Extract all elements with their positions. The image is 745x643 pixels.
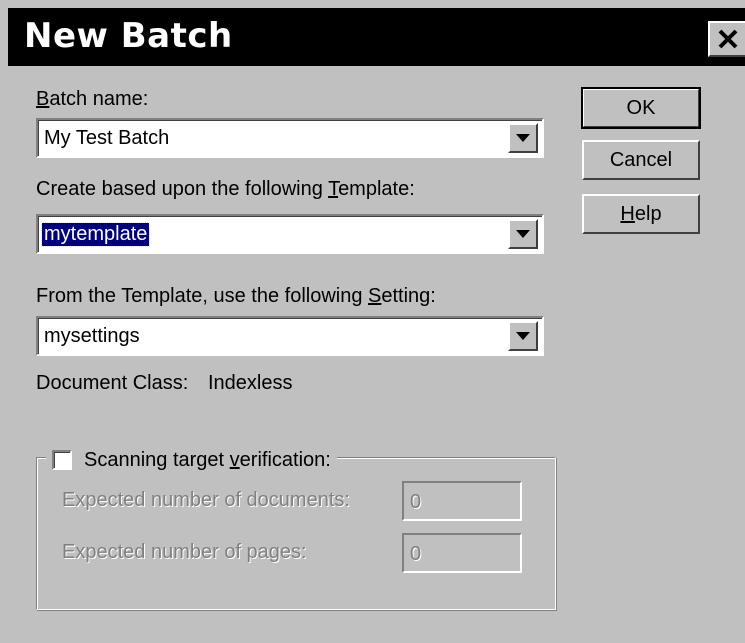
batch-name-mnemonic: B (36, 88, 50, 110)
setting-dropdown-button[interactable] (508, 321, 538, 351)
template-combo[interactable]: mytemplate (36, 214, 544, 254)
verification-legend: Scanning target verification: (46, 448, 337, 472)
batch-name-combo[interactable]: My Test Batch (36, 118, 544, 158)
template-mnemonic: T (328, 178, 339, 200)
dialog-title: New Batch (24, 16, 233, 56)
expected-documents-field[interactable]: 0 (402, 481, 522, 521)
expected-documents-value: 0 (410, 491, 422, 513)
template-value: mytemplate (40, 222, 151, 247)
expected-documents-label: Expected number of documents: (62, 489, 350, 511)
batch-name-label: Batch name: (36, 88, 149, 110)
template-dropdown-button[interactable] (508, 219, 538, 249)
document-class-label: Document Class: (36, 372, 189, 394)
template-label: Create based upon the following Template… (36, 178, 415, 200)
chevron-down-icon (516, 332, 530, 340)
expected-pages-field[interactable]: 0 (402, 533, 522, 573)
help-button[interactable]: Help (582, 194, 700, 234)
close-button[interactable] (708, 21, 745, 57)
verification-label[interactable]: Scanning target verification: (84, 449, 331, 472)
help-button-label: Help (620, 202, 662, 225)
document-class-value: Indexless (208, 372, 293, 394)
setting-label: From the Template, use the following Set… (36, 285, 436, 307)
batch-name-value: My Test Batch (44, 127, 170, 149)
cancel-button[interactable]: Cancel (582, 140, 700, 180)
close-icon (718, 29, 738, 49)
help-mnemonic: H (620, 202, 635, 225)
verification-checkbox[interactable] (52, 450, 72, 470)
ok-button-label: OK (626, 96, 656, 119)
title-bar[interactable]: New Batch (8, 8, 745, 66)
setting-mnemonic: S (368, 285, 382, 307)
chevron-down-icon (516, 134, 530, 142)
ok-button[interactable]: OK (581, 87, 701, 129)
setting-value: mysettings (44, 325, 140, 347)
setting-combo[interactable]: mysettings (36, 316, 544, 356)
cancel-button-label: Cancel (609, 148, 673, 171)
verification-mnemonic: v (229, 448, 240, 471)
expected-pages-label: Expected number of pages: (62, 541, 307, 563)
expected-pages-value: 0 (410, 543, 422, 565)
chevron-down-icon (516, 230, 530, 238)
batch-name-dropdown-button[interactable] (508, 123, 538, 153)
new-batch-dialog: New Batch Batch name: My Test Batch Crea… (0, 0, 745, 643)
